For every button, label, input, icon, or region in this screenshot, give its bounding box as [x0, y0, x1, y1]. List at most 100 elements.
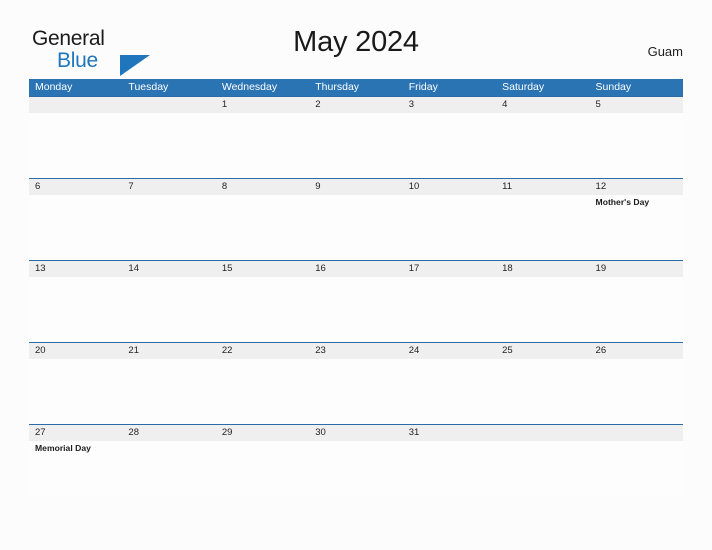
- day-event-area[interactable]: [29, 113, 122, 178]
- weekday-header-thursday: Thursday: [315, 81, 360, 93]
- week-event-band: Memorial Day: [29, 441, 683, 497]
- week-row: 6 7 8 9 10 11 12 Mother's Day: [29, 178, 683, 260]
- day-number[interactable]: [496, 425, 589, 441]
- day-number[interactable]: 18: [496, 261, 589, 277]
- day-number[interactable]: 9: [309, 179, 402, 195]
- day-number[interactable]: 26: [590, 343, 683, 359]
- day-event-area[interactable]: Memorial Day: [29, 441, 122, 497]
- weekday-header-sunday: Sunday: [595, 81, 632, 93]
- day-event-area[interactable]: [403, 441, 496, 497]
- day-event-area[interactable]: [496, 113, 589, 178]
- calendar-grid: Monday Tuesday Wednesday Thursday Friday…: [29, 79, 683, 497]
- day-event-area[interactable]: [496, 277, 589, 342]
- day-number[interactable]: 3: [403, 97, 496, 113]
- day-number[interactable]: 23: [309, 343, 402, 359]
- week-event-band: [29, 277, 683, 342]
- day-number[interactable]: 24: [403, 343, 496, 359]
- day-event-area[interactable]: [216, 441, 309, 497]
- day-event-area[interactable]: [216, 359, 309, 424]
- day-event-area[interactable]: [590, 277, 683, 342]
- day-number[interactable]: 29: [216, 425, 309, 441]
- day-event-area[interactable]: [309, 113, 402, 178]
- day-number[interactable]: 12: [590, 179, 683, 195]
- day-event-area[interactable]: [309, 441, 402, 497]
- day-event-area[interactable]: [590, 359, 683, 424]
- week-date-band: 20 21 22 23 24 25 26: [29, 343, 683, 359]
- day-number[interactable]: 1: [216, 97, 309, 113]
- day-number[interactable]: 22: [216, 343, 309, 359]
- holiday-label: Memorial Day: [35, 443, 91, 453]
- day-event-area[interactable]: [496, 359, 589, 424]
- day-event-area[interactable]: [122, 359, 215, 424]
- weekday-header-monday: Monday: [35, 81, 73, 93]
- day-number[interactable]: 21: [122, 343, 215, 359]
- week-date-band: 1 2 3 4 5: [29, 97, 683, 113]
- day-event-area[interactable]: [122, 113, 215, 178]
- weekday-header-tuesday: Tuesday: [128, 81, 169, 93]
- holiday-label: Mother's Day: [595, 197, 650, 207]
- day-event-area[interactable]: [590, 441, 683, 497]
- week-row: 20 21 22 23 24 25 26: [29, 342, 683, 424]
- week-event-band: [29, 113, 683, 178]
- day-number[interactable]: 30: [309, 425, 402, 441]
- day-event-area[interactable]: [29, 277, 122, 342]
- week-date-band: 27 28 29 30 31: [29, 425, 683, 441]
- day-event-area[interactable]: [29, 195, 122, 260]
- day-number[interactable]: 4: [496, 97, 589, 113]
- day-event-area[interactable]: [403, 195, 496, 260]
- day-number[interactable]: 11: [496, 179, 589, 195]
- week-date-band: 13 14 15 16 17 18 19: [29, 261, 683, 277]
- day-event-area[interactable]: [590, 113, 683, 178]
- weekday-header-saturday: Saturday: [502, 81, 545, 93]
- week-row: 1 2 3 4 5: [29, 96, 683, 178]
- day-number[interactable]: 16: [309, 261, 402, 277]
- day-event-area[interactable]: [122, 441, 215, 497]
- day-event-area[interactable]: [309, 359, 402, 424]
- day-number[interactable]: 27: [29, 425, 122, 441]
- day-number[interactable]: 6: [29, 179, 122, 195]
- day-number[interactable]: 8: [216, 179, 309, 195]
- day-event-area[interactable]: [403, 277, 496, 342]
- day-number[interactable]: 19: [590, 261, 683, 277]
- day-event-area[interactable]: [496, 441, 589, 497]
- day-event-area[interactable]: [403, 113, 496, 178]
- weekday-header-friday: Friday: [408, 81, 438, 93]
- day-event-area[interactable]: [29, 359, 122, 424]
- week-row: 27 28 29 30 31 Memorial Day: [29, 424, 683, 497]
- day-event-area[interactable]: [309, 195, 402, 260]
- day-number[interactable]: [590, 425, 683, 441]
- day-event-area[interactable]: [403, 359, 496, 424]
- locale-label: Guam: [647, 44, 683, 59]
- day-number[interactable]: 17: [403, 261, 496, 277]
- calendar-page: General Blue May 2024 Guam Monday Tuesda…: [0, 0, 712, 550]
- day-event-area[interactable]: [309, 277, 402, 342]
- day-event-area[interactable]: [122, 195, 215, 260]
- day-event-area[interactable]: [122, 277, 215, 342]
- day-event-area[interactable]: [216, 195, 309, 260]
- day-number[interactable]: 13: [29, 261, 122, 277]
- day-number[interactable]: 10: [403, 179, 496, 195]
- day-number[interactable]: 14: [122, 261, 215, 277]
- day-number[interactable]: [122, 97, 215, 113]
- day-event-area[interactable]: [496, 195, 589, 260]
- weekday-header-row: Monday Tuesday Wednesday Thursday Friday…: [29, 79, 683, 96]
- weekday-header-wednesday: Wednesday: [221, 81, 278, 93]
- page-title: May 2024: [293, 26, 419, 58]
- day-number[interactable]: 7: [122, 179, 215, 195]
- masthead: General Blue May 2024 Guam: [0, 0, 712, 76]
- day-event-area[interactable]: [216, 113, 309, 178]
- week-date-band: 6 7 8 9 10 11 12: [29, 179, 683, 195]
- day-number[interactable]: [29, 97, 122, 113]
- week-event-band: [29, 359, 683, 424]
- day-number[interactable]: 15: [216, 261, 309, 277]
- day-event-area[interactable]: [216, 277, 309, 342]
- day-number[interactable]: 2: [309, 97, 402, 113]
- day-number[interactable]: 28: [122, 425, 215, 441]
- week-row: 13 14 15 16 17 18 19: [29, 260, 683, 342]
- week-event-band: Mother's Day: [29, 195, 683, 260]
- day-number[interactable]: 20: [29, 343, 122, 359]
- day-number[interactable]: 25: [496, 343, 589, 359]
- day-event-area[interactable]: Mother's Day: [590, 195, 683, 260]
- day-number[interactable]: 31: [403, 425, 496, 441]
- day-number[interactable]: 5: [590, 97, 683, 113]
